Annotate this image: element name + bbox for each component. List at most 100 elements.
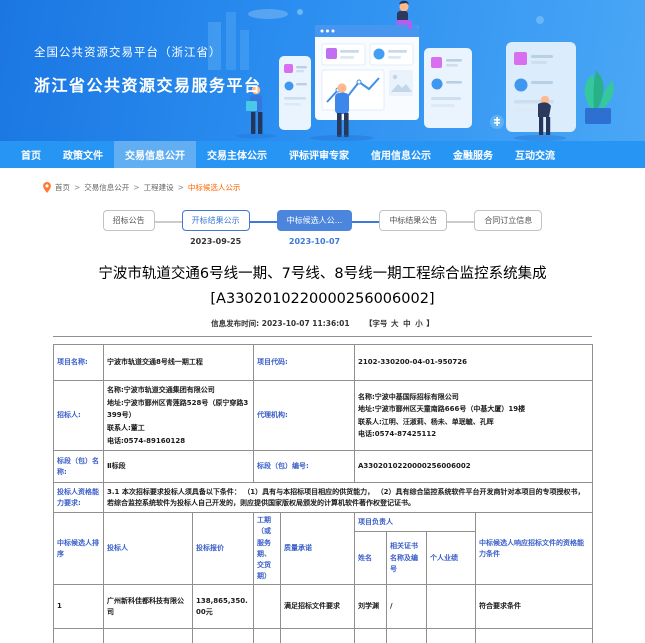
font-size-large[interactable]: 大 [391, 319, 399, 328]
main-nav: 首页 政策文件 交易信息公开 交易主体公示 评标评审专家 信用信息公示 金融服务… [0, 141, 645, 168]
candidate-qualification: 符合要求条件 [476, 585, 593, 629]
nav-item-policy[interactable]: 政策文件 [52, 141, 114, 168]
step-box-winning-candidates[interactable]: 中标候选人公... [277, 210, 353, 231]
publish-meta: 信息发布时间: 2023-10-07 11:36:01 【字号 大 中 小 】 [53, 318, 592, 329]
project-name-label: 项目名称: [54, 345, 104, 381]
candidate-cell [193, 629, 254, 643]
page-title: 宁波市轨道交通6号线一期、7号线、8号线一期工程综合监控系统集成 [A33020… [53, 262, 592, 311]
location-pin-icon [43, 182, 51, 193]
agency-label: 代理机构: [254, 381, 355, 451]
candidate-cell [427, 629, 476, 643]
tenderer-value: 名称:宁波市轨道交通集团有限公司 地址:宁波市鄞州区青莲路528号（原宁穿路33… [104, 381, 254, 451]
page-title-line2: [A3302010220000256006002] [53, 287, 592, 312]
header-bidder: 投标人 [104, 513, 193, 585]
candidate-cell [476, 629, 593, 643]
page-title-line1: 宁波市轨道交通6号线一期、7号线、8号线一期工程综合监控系统集成 [53, 262, 592, 287]
nav-item-experts[interactable]: 评标评审专家 [278, 141, 360, 168]
font-size-small[interactable]: 小 [415, 319, 423, 328]
breadcrumb-trade-info[interactable]: 交易信息公开 [84, 182, 129, 193]
breadcrumb: 首页 > 交易信息公开 > 工程建设 > 中标候选人公示 [43, 182, 592, 193]
header-rank: 中标候选人排序 [54, 513, 104, 585]
section-code-label: 标段（包）编号: [254, 451, 355, 483]
candidate-rank: 1 [54, 585, 104, 629]
tenderer-phone: 电话:0574-89160128 [107, 435, 250, 448]
table-row: 项目名称: 宁波市轨道交通8号线一期工程 项目代码: 2102-330200-0… [54, 345, 593, 381]
header-manager-name: 姓名 [355, 532, 387, 585]
candidate-cell [355, 629, 387, 643]
header-manager-performance: 个人业绩 [427, 532, 476, 585]
divider [53, 336, 592, 337]
agency-address: 地址:宁波市鄞州区天童南路666号（中基大厦）19楼 [358, 403, 589, 416]
agency-contact: 联系人:江明、汪淑莉、杨未、单珉毓、孔晖 [358, 416, 589, 429]
candidate-row: 1 广州新科佳都科技有限公司 138,865,350.00元 满足招标文件要求 … [54, 585, 593, 629]
site-banner: 全国公共资源交易平台（浙江省） 浙江省公共资源交易服务平台 [0, 0, 645, 141]
breadcrumb-separator: > [178, 183, 184, 192]
font-size-medium[interactable]: 中 [403, 319, 411, 328]
breadcrumb-separator: > [133, 183, 139, 192]
section-name-label: 标段（包）名称: [54, 451, 104, 483]
tenderer-contact: 联系人:董工 [107, 422, 250, 435]
nav-item-finance[interactable]: 金融服务 [442, 141, 504, 168]
tenderer-name: 名称:宁波市轨道交通集团有限公司 [107, 384, 250, 397]
candidate-cell [104, 629, 193, 643]
candidate-cell [54, 629, 104, 643]
step-box-contract-info[interactable]: 合同订立信息 [474, 210, 542, 231]
step-box-bid-opening-result[interactable]: 开标结果公示 [182, 210, 250, 231]
nav-item-interaction[interactable]: 互动交流 [504, 141, 566, 168]
breadcrumb-separator: > [74, 183, 80, 192]
table-row: 标段（包）名称: Ⅱ标段 标段（包）编号: A33020102200002560… [54, 451, 593, 483]
candidate-cell [254, 629, 281, 643]
qualification-value: 3.1 本次招标要求投标人须具备以下条件： （1）具有与本招标项目相应的供货能力… [104, 483, 593, 513]
nav-item-home[interactable]: 首页 [10, 141, 52, 168]
announcement-table: 项目名称: 宁波市轨道交通8号线一期工程 项目代码: 2102-330200-0… [53, 344, 593, 643]
table-row: 投标人资格能力要求: 3.1 本次招标要求投标人须具备以下条件： （1）具有与本… [54, 483, 593, 513]
step-box-award-result[interactable]: 中标结果公告 [379, 210, 447, 231]
site-title-provincial: 浙江省公共资源交易服务平台 [34, 72, 262, 96]
breadcrumb-current: 中标候选人公示 [188, 182, 241, 193]
project-code-label: 项目代码: [254, 345, 355, 381]
font-size-suffix: 】 [426, 319, 434, 328]
process-steps: 招标公告 开标结果公示 2023-09-25 中标候选人公... 2023-10… [53, 210, 592, 247]
header-duration: 工期（或服务期、交货期） [254, 513, 281, 585]
step-tender-announcement: 招标公告 [103, 210, 155, 247]
header-manager: 项目负责人 [355, 513, 476, 532]
header-quality: 质量承诺 [281, 513, 355, 585]
candidate-duration [254, 585, 281, 629]
candidate-price: 138,865,350.00元 [193, 585, 254, 629]
step-date: 2023-09-25 [190, 237, 241, 247]
project-name-value: 宁波市轨道交通8号线一期工程 [104, 345, 254, 381]
publish-time: 信息发布时间: 2023-10-07 11:36:01 [211, 319, 350, 328]
step-connector [352, 221, 379, 223]
candidate-row [54, 629, 593, 643]
candidate-cell [281, 629, 355, 643]
breadcrumb-engineering[interactable]: 工程建设 [144, 182, 174, 193]
header-price: 投标报价 [193, 513, 254, 585]
header-qualification: 中标候选人响应招标文件的资格能力条件 [476, 513, 593, 585]
project-code-value: 2102-330200-04-01-950726 [355, 345, 593, 381]
breadcrumb-home[interactable]: 首页 [55, 182, 70, 193]
candidates-header-row: 中标候选人排序 投标人 投标报价 工期（或服务期、交货期） 质量承诺 项目负责人… [54, 513, 593, 532]
header-manager-cert: 相关证书名称及编号 [387, 532, 427, 585]
candidate-cell [387, 629, 427, 643]
step-box-tender-announcement[interactable]: 招标公告 [103, 210, 155, 231]
section-name-value: Ⅱ标段 [104, 451, 254, 483]
nav-item-trade-subject[interactable]: 交易主体公示 [196, 141, 278, 168]
tenderer-address: 地址:宁波市鄞州区青莲路528号（原宁穿路3399号） [107, 397, 250, 422]
font-size-prefix: 【字号 [365, 319, 388, 328]
font-size-widget: 【字号 大 中 小 】 [365, 319, 434, 328]
step-award-result: 中标结果公告 [379, 210, 447, 247]
nav-item-trade-info[interactable]: 交易信息公开 [114, 141, 196, 168]
step-connector [447, 221, 474, 223]
step-date: 2023-10-07 [289, 237, 340, 247]
step-connector [155, 221, 182, 223]
candidate-cert: / [387, 585, 427, 629]
step-contract-info: 合同订立信息 [474, 210, 542, 247]
section-code-value: A3302010220000256006002 [355, 451, 593, 483]
step-winning-candidates: 中标候选人公... 2023-10-07 [277, 210, 353, 247]
agency-name: 名称:宁波中基国际招标有限公司 [358, 391, 589, 404]
tenderer-label: 招标人: [54, 381, 104, 451]
nav-item-credit[interactable]: 信用信息公示 [360, 141, 442, 168]
site-title-national: 全国公共资源交易平台（浙江省） [34, 44, 262, 60]
candidate-performance [427, 585, 476, 629]
table-row: 招标人: 名称:宁波市轨道交通集团有限公司 地址:宁波市鄞州区青莲路528号（原… [54, 381, 593, 451]
